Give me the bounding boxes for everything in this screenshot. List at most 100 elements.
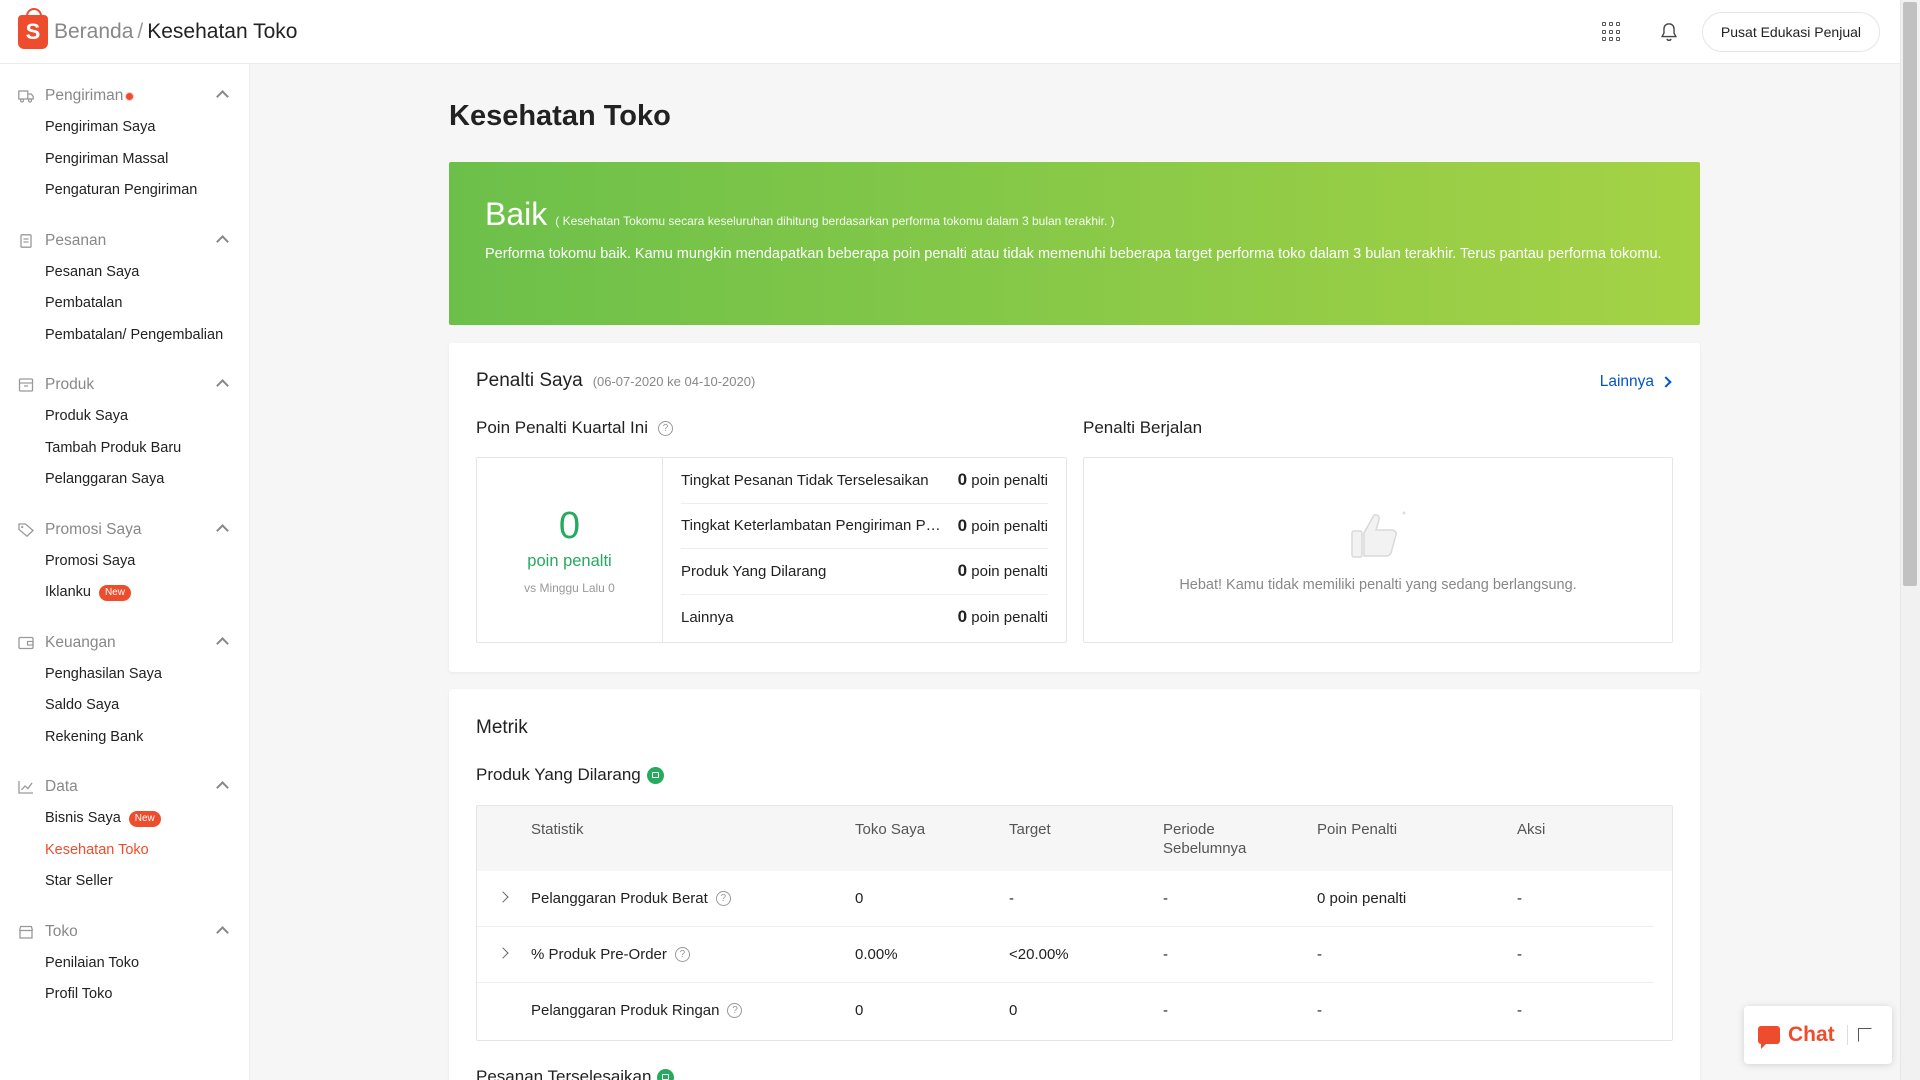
sidebar-group-label: Toko <box>45 922 78 940</box>
sidebar-group-header[interactable]: Data <box>0 775 249 799</box>
expand-icon[interactable] <box>1857 1028 1872 1042</box>
sidebar-item-pengiriman-massal[interactable]: Pengiriman Massal <box>0 144 249 176</box>
sidebar-item-penghasilan[interactable]: Penghasilan Saya <box>0 659 249 691</box>
help-icon[interactable]: ? <box>658 420 673 436</box>
help-icon[interactable]: ? <box>727 1002 743 1018</box>
chevron-up-icon[interactable] <box>216 781 229 794</box>
cell-target: - <box>1009 890 1014 907</box>
sidebar-group-header[interactable]: Pesanan <box>0 229 249 253</box>
header-periode-sebelumnya: Periode Sebelumnya <box>1163 821 1247 857</box>
metrics-card: Metrik Produk Yang Dilarang Statistik To… <box>449 689 1700 1080</box>
cell-aksi: - <box>1517 1002 1522 1019</box>
cell-periode-sebelumnya: - <box>1163 1002 1168 1019</box>
table-row: Pelanggaran Produk Ringan? 0 0 - - - <box>477 983 1654 1039</box>
thumbs-up-badge-icon <box>646 766 664 784</box>
expand-chevron-icon[interactable] <box>497 891 509 903</box>
sidebar-group-keuangan: Keuangan Penghasilan Saya Saldo Saya Rek… <box>0 631 249 754</box>
top-header: S Beranda / Kesehatan Toko Pusat Edukasi… <box>0 0 1900 64</box>
apps-grid-icon[interactable] <box>1601 22 1622 42</box>
sidebar-item-saldo[interactable]: Saldo Saya <box>0 690 249 722</box>
scrollbar-thumb[interactable] <box>1903 2 1917 586</box>
sidebar-item-pesanan-saya[interactable]: Pesanan Saya <box>0 257 249 289</box>
ongoing-penalty-box: Hebat! Kamu tidak memiliki penalti yang … <box>1083 457 1673 643</box>
seller-education-button[interactable]: Pusat Edukasi Penjual <box>1701 12 1880 52</box>
shopee-logo-icon[interactable]: S <box>18 7 48 49</box>
header-toko-saya: Toko Saya <box>855 821 926 838</box>
sidebar-item-produk-saya[interactable]: Produk Saya <box>0 401 249 433</box>
help-icon[interactable]: ? <box>715 890 731 906</box>
page-scrollbar[interactable] <box>1900 0 1920 1080</box>
penalty-row-label: Lainnya <box>681 608 734 626</box>
sidebar-item-kesehatan-toko[interactable]: Kesehatan Toko <box>0 835 249 867</box>
cell-periode-sebelumnya: - <box>1163 946 1168 963</box>
sidebar-group-data: Data Bisnis Saya New Kesehatan Toko Star… <box>0 775 249 898</box>
chevron-up-icon[interactable] <box>216 234 229 248</box>
sidebar-group-header[interactable]: Toko <box>0 920 249 944</box>
table-row: % Produk Pre-Order? 0.00% <20.00% - - - <box>477 927 1654 983</box>
sidebar-item-pengembalian[interactable]: Pembatalan/ Pengembalian <box>0 320 249 352</box>
penalty-date-range: (06-07-2020 ke 04-10-2020) <box>592 374 756 389</box>
notification-dot <box>125 91 135 101</box>
sidebar-item-pengiriman-saya[interactable]: Pengiriman Saya <box>0 112 249 144</box>
sidebar-group-header[interactable]: Produk <box>0 373 249 397</box>
chevron-up-icon[interactable] <box>216 925 229 939</box>
sidebar-item-penilaian-toko[interactable]: Penilaian Toko <box>0 948 249 980</box>
status-description: Performa tokomu baik. Kamu mungkin menda… <box>485 246 1662 262</box>
sidebar-item-promosi-saya[interactable]: Promosi Saya <box>0 546 249 578</box>
sidebar-group-header[interactable]: Promosi Saya <box>0 518 249 542</box>
breadcrumb-separator: / <box>137 19 144 43</box>
sidebar-group-label: Pengiriman <box>45 87 124 104</box>
help-icon[interactable]: ? <box>674 946 690 962</box>
sidebar-item-tambah-produk[interactable]: Tambah Produk Baru <box>0 433 249 465</box>
thumbs-up-icon <box>1351 511 1406 558</box>
cell-poin-penalti: - <box>1317 946 1322 963</box>
cell-target: <20.00% <box>1009 946 1069 963</box>
cell-statistik: Pelanggaran Produk Berat <box>531 890 708 907</box>
next-section-title: Pesanan Terselesaikan <box>476 1067 652 1080</box>
box-icon <box>18 378 34 392</box>
sidebar-item-profil-toko[interactable]: Profil Toko <box>0 979 249 1011</box>
sidebar-group-label: Keuangan <box>45 633 116 651</box>
vs-last-week: vs Minggu Lalu 0 <box>524 581 615 595</box>
metrics-title: Metrik <box>476 717 528 738</box>
sidebar-item-pelanggaran[interactable]: Pelanggaran Saya <box>0 464 249 496</box>
sidebar: Pengiriman Pengiriman Saya Pengiriman Ma… <box>0 64 250 1080</box>
sidebar-group-label: Data <box>45 778 78 795</box>
sidebar-item-rekening[interactable]: Rekening Bank <box>0 722 249 754</box>
sidebar-item-pengaturan-pengiriman[interactable]: Pengaturan Pengiriman <box>0 175 249 207</box>
thumbs-up-badge-icon <box>657 1068 675 1080</box>
sidebar-item-pembatalan[interactable]: Pembatalan <box>0 288 249 320</box>
penalty-row-unit: poin penalti <box>971 517 1048 535</box>
cell-target: 0 <box>1009 1002 1018 1019</box>
chevron-up-icon[interactable] <box>216 379 229 392</box>
shop-icon <box>18 925 34 939</box>
cell-toko-saya: 0.00% <box>855 946 898 963</box>
breadcrumb-home-link[interactable]: Beranda <box>54 20 133 44</box>
more-link[interactable]: Lainnya <box>1600 373 1672 391</box>
metric-section-title: Produk Yang Dilarang <box>476 765 641 784</box>
sidebar-group-pengiriman: Pengiriman Pengiriman Saya Pengiriman Ma… <box>0 84 249 207</box>
sidebar-item-label: Bisnis Saya <box>45 810 121 826</box>
sidebar-item-iklanku[interactable]: Iklanku New <box>0 577 249 609</box>
sidebar-item-star-seller[interactable]: Star Seller <box>0 866 249 898</box>
sidebar-group-header[interactable]: Pengiriman <box>0 84 249 108</box>
bell-icon[interactable] <box>1658 20 1680 44</box>
chevron-up-icon[interactable] <box>216 90 229 103</box>
cell-toko-saya: 0 <box>855 890 864 907</box>
expand-chevron-icon[interactable] <box>497 947 509 959</box>
chat-widget[interactable]: Chat <box>1744 1006 1892 1064</box>
penalty-title: Penalti Saya <box>476 370 583 391</box>
penalty-row-unit: poin penalti <box>971 563 1048 581</box>
penalty-row: Tingkat Keterlambatan Pengiriman Pesanan… <box>681 504 1048 549</box>
cell-poin-penalti: - <box>1317 1002 1322 1019</box>
sidebar-group-header[interactable]: Keuangan <box>0 631 249 655</box>
chevron-up-icon[interactable] <box>216 636 229 650</box>
truck-icon <box>18 90 34 103</box>
sidebar-item-bisnis-saya[interactable]: Bisnis Saya New <box>0 803 249 835</box>
cell-toko-saya: 0 <box>855 1002 864 1019</box>
sidebar-group-promosi: Promosi Saya Promosi Saya Iklanku New <box>0 518 249 609</box>
quarter-points-box: 0 poin penalti vs Minggu Lalu 0 Tingkat … <box>476 457 1067 643</box>
chevron-up-icon[interactable] <box>216 523 229 537</box>
quarter-points-heading: Poin Penalti Kuartal Ini ? <box>476 418 673 438</box>
total-points-unit: poin penalti <box>527 552 612 570</box>
